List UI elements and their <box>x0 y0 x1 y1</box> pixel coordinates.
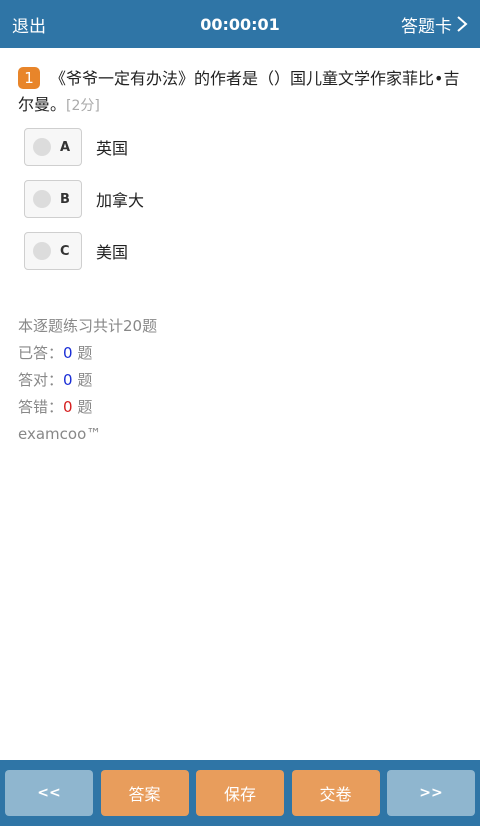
question-number-badge: 1 <box>18 67 40 89</box>
option-letter: A <box>60 139 71 155</box>
radio-icon <box>33 190 51 208</box>
submit-button[interactable]: 交卷 <box>291 770 380 816</box>
option-letter: B <box>60 191 70 207</box>
option-a-selector[interactable]: A <box>24 128 82 166</box>
wrong-count: 0 <box>63 398 73 416</box>
answered-count: 0 <box>63 344 73 362</box>
option-b-selector[interactable]: B <box>24 180 82 218</box>
correct-row: 答对：0 题 <box>18 371 93 389</box>
question-score: [2分] <box>66 98 100 114</box>
option-c-selector[interactable]: C <box>24 232 82 270</box>
option-text: 英国 <box>96 139 129 158</box>
exit-button[interactable]: 退出 <box>12 12 46 37</box>
brand-label: examcoo™ <box>18 425 102 443</box>
radio-icon <box>33 242 51 260</box>
option-text: 加拿大 <box>96 191 145 210</box>
next-question-button[interactable]: >> <box>387 770 475 816</box>
question: 1 《爷爷一定有办法》的作者是（）国儿童文学作家菲比•吉尔曼。[2分] <box>18 66 468 119</box>
answer-card-button[interactable]: 答题卡 <box>401 12 468 37</box>
stats-panel: 本逐题练习共计20题 已答：0 题 答对：0 题 答错：0 题 examcoo™ <box>18 313 157 448</box>
answered-row: 已答：0 题 <box>18 344 93 362</box>
top-bar: 退出 00:00:01 答题卡 <box>0 0 480 48</box>
answer-button[interactable]: 答案 <box>100 770 189 816</box>
option-a[interactable]: A 英国 <box>24 128 444 166</box>
prev-question-button[interactable]: << <box>5 770 93 816</box>
answer-card-label: 答题卡 <box>401 16 452 37</box>
total-questions: 本逐题练习共计20题 <box>18 317 158 335</box>
option-list: A 英国 B 加拿大 C 美国 <box>24 128 444 284</box>
wrong-row: 答错：0 题 <box>18 398 93 416</box>
radio-icon <box>33 138 51 156</box>
option-text: 美国 <box>96 243 129 262</box>
option-c[interactable]: C 美国 <box>24 232 444 270</box>
bottom-toolbar: << 答案 保存 交卷 >> <box>0 760 480 826</box>
save-button[interactable]: 保存 <box>196 770 284 816</box>
option-b[interactable]: B 加拿大 <box>24 180 444 218</box>
option-letter: C <box>60 243 70 259</box>
correct-count: 0 <box>63 371 73 389</box>
chevron-right-icon <box>457 16 468 32</box>
